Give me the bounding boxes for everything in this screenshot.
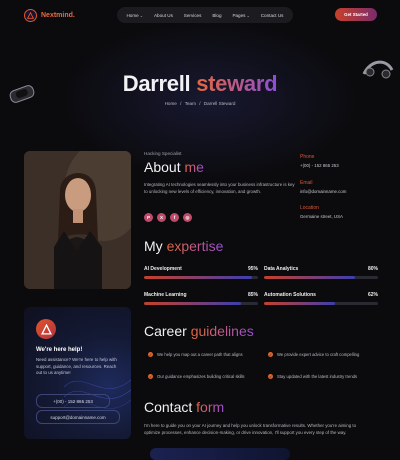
nav-item-home[interactable]: Home ⌄ bbox=[126, 13, 143, 18]
info-value[interactable]: +(00) - 152 865 253 bbox=[300, 163, 339, 168]
contact-form-field[interactable] bbox=[150, 448, 290, 460]
skill-bar-fill bbox=[264, 302, 335, 305]
logo-icon bbox=[36, 319, 56, 339]
skill-name: AI Development bbox=[144, 266, 182, 272]
skill-item: Automation Solutions 62% bbox=[264, 292, 378, 305]
info-label: Location bbox=[300, 205, 319, 211]
skill-item: AI Development 95% bbox=[144, 266, 258, 279]
nav-label: Pages bbox=[232, 12, 246, 18]
page-title: Darrell steward bbox=[0, 71, 400, 97]
help-phone-button[interactable]: +(00) - 152 865 253 bbox=[36, 394, 110, 408]
info-label: Email bbox=[300, 180, 313, 186]
skill-bar bbox=[144, 276, 258, 279]
breadcrumb-team[interactable]: Team bbox=[185, 101, 196, 106]
nav-item-pages[interactable]: Pages ⌄ bbox=[232, 13, 249, 18]
help-text: Need assistance? We're here to help with… bbox=[36, 357, 117, 376]
help-card: We're here help! Need assistance? We're … bbox=[24, 307, 131, 439]
title-last-name: steward bbox=[196, 71, 278, 96]
x-icon[interactable]: X bbox=[157, 213, 166, 222]
guideline-text: We provide expert advice to craft compel… bbox=[277, 352, 360, 357]
page: Nextmind. Home ⌄ About Us Services Blog P… bbox=[0, 0, 400, 460]
check-icon: ✓ bbox=[148, 374, 153, 379]
chevron-down-icon: ⌄ bbox=[246, 12, 250, 18]
skill-bar-fill bbox=[264, 276, 356, 279]
social-links: P X f ◎ bbox=[144, 213, 192, 222]
about-text: Integrating AI technologies seamlessly i… bbox=[144, 182, 295, 194]
skill-percent: 62% bbox=[367, 292, 378, 298]
skill-item: Data Analytics 80% bbox=[264, 266, 378, 279]
contact-text: I'm here to guide you on your AI journey… bbox=[144, 423, 357, 435]
skill-bar bbox=[264, 276, 378, 279]
nav-item-contact[interactable]: Contact Us bbox=[261, 13, 284, 18]
check-icon: ✓ bbox=[148, 352, 153, 357]
check-icon: ✓ bbox=[268, 374, 273, 379]
info-value[interactable]: info@domainname.com bbox=[300, 189, 346, 194]
guideline-text: Stay updated with the latest industry tr… bbox=[277, 374, 358, 379]
skill-bar bbox=[264, 302, 378, 305]
expertise-heading-part1: My bbox=[144, 238, 163, 254]
nav-label: Blog bbox=[212, 12, 222, 18]
main-nav: Home ⌄ About Us Services Blog Pages ⌄ Cont… bbox=[117, 7, 293, 23]
skill-percent: 85% bbox=[247, 292, 258, 298]
nav-label: About Us bbox=[153, 12, 173, 18]
nav-item-about[interactable]: About Us bbox=[154, 13, 173, 18]
logo-icon bbox=[24, 9, 37, 22]
help-email-button[interactable]: support@domainname.com bbox=[36, 410, 120, 424]
profile-photo bbox=[24, 151, 131, 289]
info-label: Phone bbox=[300, 154, 315, 160]
about-heading-part1: About bbox=[144, 159, 181, 175]
skill-bar bbox=[144, 302, 258, 305]
get-started-button[interactable]: Get Started bbox=[335, 8, 377, 21]
skill-name: Data Analytics bbox=[264, 266, 299, 272]
info-value: Germaine street, USA bbox=[300, 214, 343, 219]
pinterest-icon[interactable]: P bbox=[144, 213, 153, 222]
nav-label: Home bbox=[126, 12, 139, 18]
logo-text: Nextmind. bbox=[41, 12, 75, 19]
info-email: Email info@domainname.com bbox=[300, 180, 346, 194]
guideline-text: We help you map out a career path that a… bbox=[157, 352, 243, 357]
guideline-item: ✓ Our guidance emphasizes building critic… bbox=[148, 374, 245, 379]
nav-item-services[interactable]: Services bbox=[184, 13, 202, 18]
nav-label: Contact Us bbox=[260, 12, 284, 18]
chevron-down-icon: ⌄ bbox=[139, 12, 144, 18]
guideline-item: ✓ Stay updated with the latest industry t… bbox=[268, 374, 357, 379]
breadcrumb-separator: / bbox=[180, 101, 182, 106]
skill-bar-fill bbox=[144, 302, 241, 305]
title-first-name: Darrell bbox=[122, 71, 191, 96]
career-heading-part2: guidelines bbox=[190, 323, 254, 339]
guideline-item: ✓ We help you map out a career path that … bbox=[148, 352, 243, 357]
breadcrumb: Home / Team / Darrell Steward bbox=[0, 101, 400, 106]
instagram-icon[interactable]: ◎ bbox=[183, 213, 192, 222]
expertise-heading-part2: expertise bbox=[166, 238, 224, 254]
nav-label: Services bbox=[183, 12, 202, 18]
about-heading-part2: me bbox=[184, 159, 204, 175]
skill-percent: 95% bbox=[247, 266, 258, 272]
contact-heading-part2: form bbox=[196, 399, 225, 415]
facebook-icon[interactable]: f bbox=[170, 213, 179, 222]
contact-heading: Contact form bbox=[144, 399, 224, 415]
skill-percent: 80% bbox=[367, 266, 378, 272]
check-icon: ✓ bbox=[268, 352, 273, 357]
contact-heading-part1: Contact bbox=[144, 399, 193, 415]
skill-name: Machine Learning bbox=[144, 292, 187, 298]
guideline-text: Our guidance emphasizes building critica… bbox=[157, 374, 245, 379]
career-heading: Career guidelines bbox=[144, 323, 254, 339]
skill-name: Automation Solutions bbox=[264, 292, 316, 298]
expertise-heading: My expertise bbox=[144, 238, 223, 254]
skill-bar-fill bbox=[144, 276, 253, 279]
career-heading-part1: Career bbox=[144, 323, 187, 339]
skill-item: Machine Learning 85% bbox=[144, 292, 258, 305]
info-location: Location Germaine street, USA bbox=[300, 205, 343, 219]
nav-item-blog[interactable]: Blog bbox=[212, 13, 221, 18]
breadcrumb-current: Darrell Steward bbox=[203, 101, 236, 106]
info-phone: Phone +(00) - 152 865 253 bbox=[300, 154, 339, 168]
breadcrumb-separator: / bbox=[199, 101, 201, 106]
breadcrumb-home[interactable]: Home bbox=[165, 101, 177, 106]
logo[interactable]: Nextmind. bbox=[24, 9, 75, 22]
help-title: We're here help! bbox=[36, 347, 83, 353]
role-label: Hacking Specialist bbox=[144, 151, 182, 156]
guideline-item: ✓ We provide expert advice to craft compe… bbox=[268, 352, 359, 357]
about-heading: About me bbox=[144, 159, 204, 175]
